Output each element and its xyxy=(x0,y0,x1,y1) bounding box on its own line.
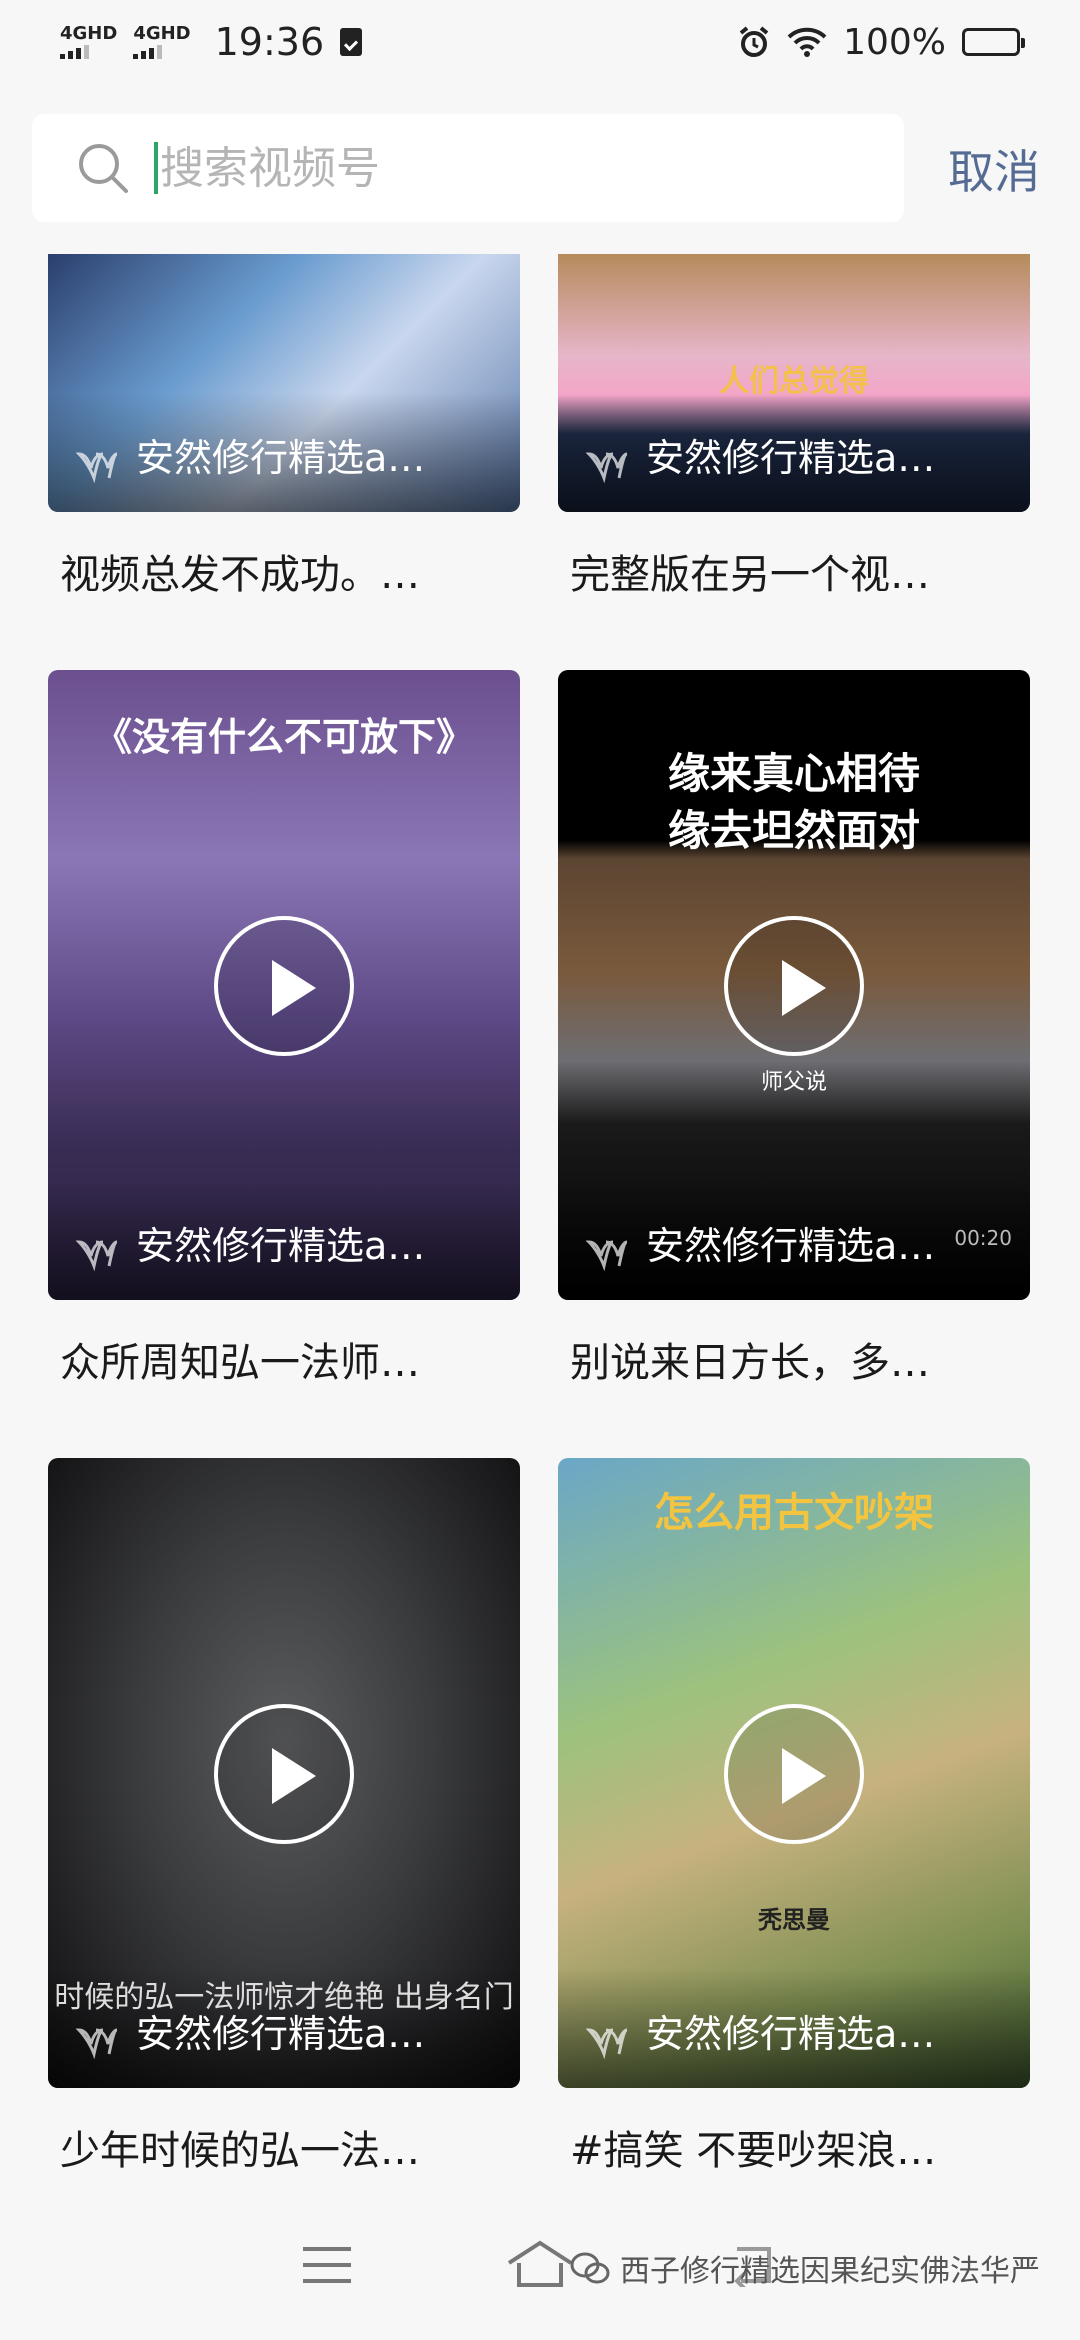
video-caption: #搞笑 不要吵架浪… xyxy=(570,2128,937,2174)
video-caption: 别说来日方长，多… xyxy=(570,1340,930,1386)
thumbnail-banner-text: 《没有什么不可放下》 xyxy=(93,715,474,759)
video-author: 安然修行精选a… xyxy=(136,2012,426,2056)
thumbnail-subtitle: 秃思曼 xyxy=(758,1906,830,1934)
play-button[interactable] xyxy=(724,1704,864,1844)
play-button[interactable] xyxy=(724,916,864,1056)
video-author: 安然修行精选a… xyxy=(136,436,426,480)
cancel-button[interactable]: 取消 xyxy=(948,136,1040,202)
play-button[interactable] xyxy=(214,916,354,1056)
channels-logo-icon xyxy=(76,452,118,484)
video-thumbnail[interactable]: 《没有什么不可放下》 安然修行精选a… xyxy=(48,670,520,1300)
thumbnail-banner-text: 缘来真心相待 缘去坦然面对 xyxy=(667,749,920,855)
video-grid: 安然修行精选a… 视频总发不成功。… 人们总觉得 安然修行精选a… 完整版在另一… xyxy=(0,0,1080,2340)
video-card[interactable]: 怎么用古文吵架 秃思曼 安然修行精选a… #搞笑 不要吵架浪… xyxy=(558,1458,1030,2176)
video-author: 安然修行精选a… xyxy=(646,1224,936,1268)
watermark-text: 西子修行精选因果纪实佛法华严 xyxy=(620,2254,1040,2289)
video-caption: 少年时候的弘一法… xyxy=(60,2128,420,2174)
watermark: 西子修行精选因果纪实佛法华严 xyxy=(570,2246,1040,2290)
channels-logo-icon xyxy=(586,1240,628,1272)
video-thumbnail[interactable]: 缘来真心相待 缘去坦然面对 师父说 00:20 安然修行精选a… xyxy=(558,670,1030,1300)
video-caption: 完整版在另一个视… xyxy=(570,552,930,598)
video-author: 安然修行精选a… xyxy=(646,436,936,480)
video-thumbnail[interactable]: 人们总觉得 安然修行精选a… xyxy=(558,252,1030,512)
video-author: 安然修行精选a… xyxy=(136,1224,426,1268)
video-caption: 众所周知弘一法师… xyxy=(60,1340,420,1386)
wechat-channels-search-page: 4GHD 4GHD 19:36 100% 安然修行精选a… 视频总发不成功。… … xyxy=(0,0,1080,2340)
video-thumbnail[interactable]: 安然修行精选a… xyxy=(48,252,520,512)
channels-logo-icon xyxy=(76,1240,118,1272)
video-card[interactable]: 时候的弘一法师惊才绝艳 出身名门 安然修行精选a… 少年时候的弘一法… xyxy=(48,1458,520,2176)
video-card[interactable]: 缘来真心相待 缘去坦然面对 师父说 00:20 安然修行精选a… 别说来日方长，… xyxy=(558,670,1030,1388)
search-input[interactable] xyxy=(160,142,760,194)
home-icon[interactable] xyxy=(505,2239,575,2291)
wechat-icon xyxy=(570,2252,610,2284)
play-button[interactable] xyxy=(214,1704,354,1844)
video-thumbnail[interactable]: 怎么用古文吵架 秃思曼 安然修行精选a… xyxy=(558,1458,1030,2088)
menu-icon[interactable] xyxy=(299,2243,355,2287)
video-thumbnail[interactable]: 时候的弘一法师惊才绝艳 出身名门 安然修行精选a… xyxy=(48,1458,520,2088)
channels-logo-icon xyxy=(586,452,628,484)
video-card[interactable]: 安然修行精选a… 视频总发不成功。… xyxy=(48,252,520,600)
channels-logo-icon xyxy=(76,2028,118,2060)
thumbnail-subtitle: 师父说 xyxy=(760,1070,827,1095)
thumbnail-banner-text: 怎么用古文吵架 xyxy=(654,1490,934,1536)
video-card[interactable]: 《没有什么不可放下》 安然修行精选a… 众所周知弘一法师… xyxy=(48,670,520,1388)
video-card[interactable]: 人们总觉得 安然修行精选a… 完整版在另一个视… xyxy=(558,252,1030,600)
search-icon xyxy=(79,144,128,193)
video-caption: 视频总发不成功。… xyxy=(60,552,420,598)
search-header: 取消 xyxy=(0,84,1080,254)
search-box[interactable] xyxy=(32,114,904,222)
channels-logo-icon xyxy=(586,2028,628,2060)
video-author: 安然修行精选a… xyxy=(646,2012,936,2056)
text-caret xyxy=(154,142,158,194)
